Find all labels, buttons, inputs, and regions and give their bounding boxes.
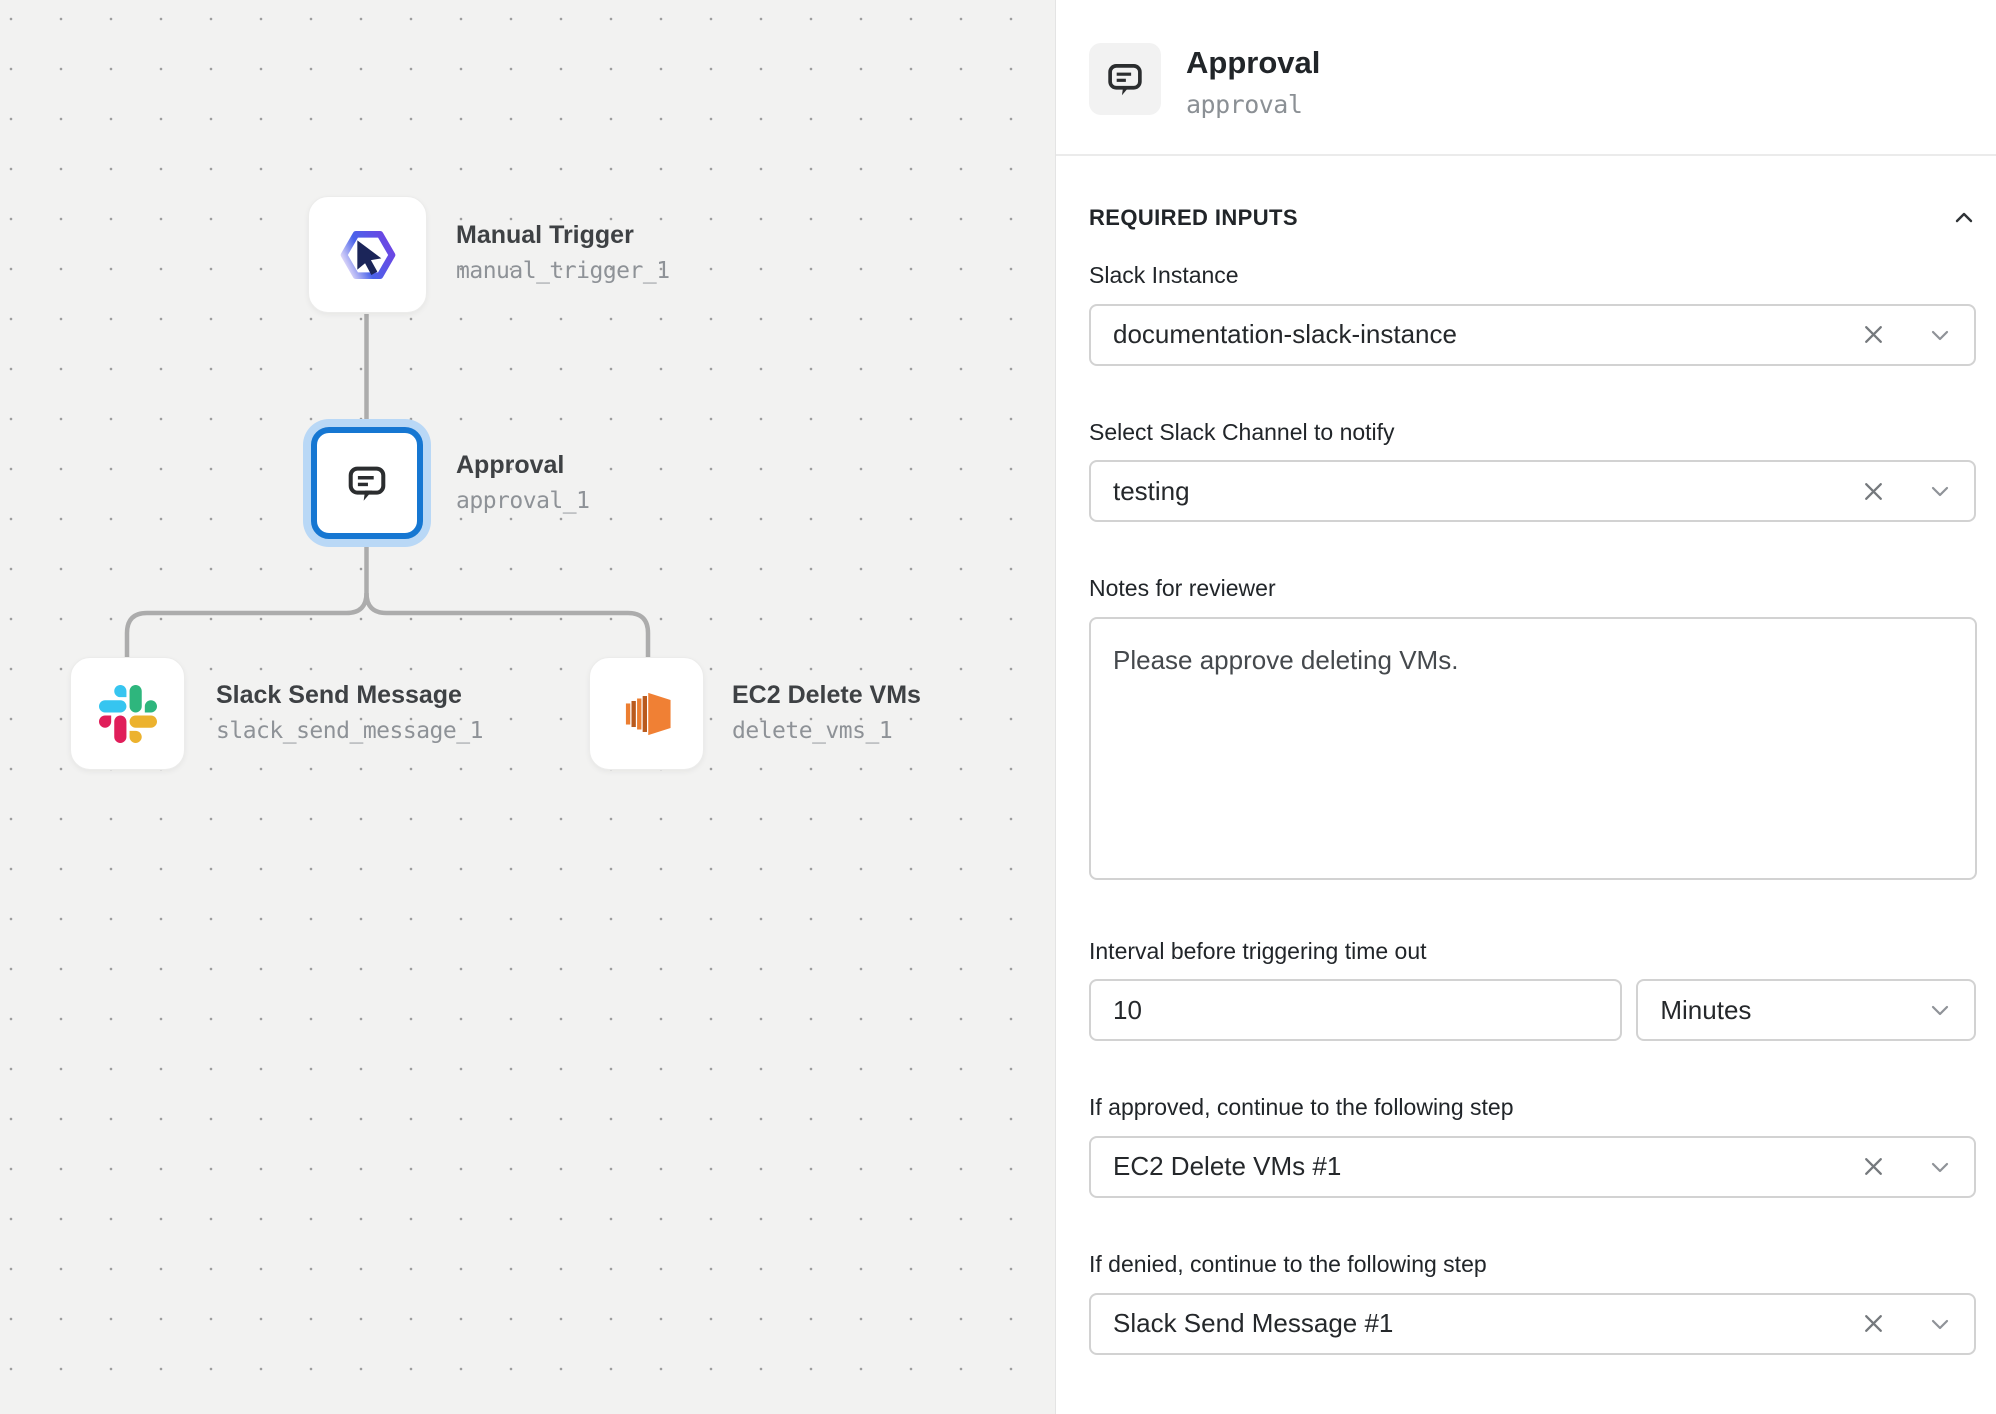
chevron-down-icon <box>1928 998 1952 1022</box>
slack-send-message-node[interactable] <box>70 657 185 770</box>
node-id: delete_vms_1 <box>732 719 921 744</box>
approved-step-label: If approved, continue to the following s… <box>1089 1094 1976 1122</box>
node-id: slack_send_message_1 <box>216 719 483 744</box>
x-icon <box>1861 322 1886 347</box>
selected-value: EC2 Delete VMs #1 <box>1113 1151 1861 1182</box>
open-dropdown-button[interactable] <box>1928 1155 1952 1179</box>
approved-step-select[interactable]: EC2 Delete VMs #1 <box>1089 1136 1976 1198</box>
node-title: Manual Trigger <box>456 222 670 250</box>
chevron-down-icon <box>1928 1155 1952 1179</box>
hexagon-cursor-icon <box>336 223 400 287</box>
node-title: Approval <box>456 452 589 480</box>
chevron-up-icon <box>1952 206 1976 230</box>
step-subtitle: approval <box>1186 90 1320 119</box>
node-title: EC2 Delete VMs <box>732 682 921 710</box>
panel-header: Approval approval <box>1056 0 1996 156</box>
chevron-down-icon <box>1928 479 1952 503</box>
selected-value: Minutes <box>1660 995 1928 1026</box>
x-icon <box>1861 1311 1886 1336</box>
collapse-section-button[interactable] <box>1952 206 1976 230</box>
notes-label: Notes for reviewer <box>1089 575 1976 603</box>
slack-channel-label: Select Slack Channel to notify <box>1089 419 1976 447</box>
chevron-down-icon <box>1928 1312 1952 1336</box>
manual-trigger-node[interactable] <box>308 196 427 313</box>
interval-unit-select[interactable]: Minutes <box>1636 979 1976 1041</box>
approval-node[interactable] <box>303 419 431 547</box>
open-dropdown-button[interactable] <box>1928 1312 1952 1336</box>
node-id: approval_1 <box>456 489 589 514</box>
slack-instance-label: Slack Instance <box>1089 262 1976 290</box>
slack-instance-select[interactable]: documentation-slack-instance <box>1089 304 1976 366</box>
slack-icon <box>99 685 157 743</box>
ec2-icon <box>616 683 678 745</box>
step-details-panel: Approval approval REQUIRED INPUTS Slack … <box>1055 0 1996 1414</box>
notes-textarea[interactable] <box>1089 617 1977 880</box>
interval-value-input[interactable] <box>1089 979 1622 1041</box>
clear-button[interactable] <box>1861 1154 1886 1179</box>
comment-icon <box>344 460 390 506</box>
open-dropdown-button[interactable] <box>1928 323 1952 347</box>
interval-label: Interval before triggering time out <box>1089 938 1976 966</box>
comment-icon <box>1104 58 1146 100</box>
clear-button[interactable] <box>1861 322 1886 347</box>
denied-step-select[interactable]: Slack Send Message #1 <box>1089 1293 1976 1355</box>
selected-value: Slack Send Message #1 <box>1113 1308 1861 1339</box>
node-id: manual_trigger_1 <box>456 259 670 284</box>
clear-button[interactable] <box>1861 479 1886 504</box>
workflow-canvas[interactable]: Manual Trigger manual_trigger_1 Approval… <box>0 0 1055 1414</box>
clear-button[interactable] <box>1861 1311 1886 1336</box>
required-inputs-section-header: REQUIRED INPUTS <box>1089 205 1976 231</box>
step-icon <box>1089 43 1161 115</box>
selected-value: testing <box>1113 476 1861 507</box>
section-title: REQUIRED INPUTS <box>1089 205 1298 231</box>
open-dropdown-button[interactable] <box>1928 479 1952 503</box>
denied-step-label: If denied, continue to the following ste… <box>1089 1251 1976 1279</box>
x-icon <box>1861 479 1886 504</box>
node-title: Slack Send Message <box>216 682 483 710</box>
ec2-delete-vms-node[interactable] <box>589 657 704 770</box>
step-title: Approval <box>1186 45 1320 81</box>
selected-value: documentation-slack-instance <box>1113 319 1861 350</box>
open-dropdown-button[interactable] <box>1928 998 1952 1022</box>
slack-channel-select[interactable]: testing <box>1089 460 1976 522</box>
chevron-down-icon <box>1928 323 1952 347</box>
x-icon <box>1861 1154 1886 1179</box>
